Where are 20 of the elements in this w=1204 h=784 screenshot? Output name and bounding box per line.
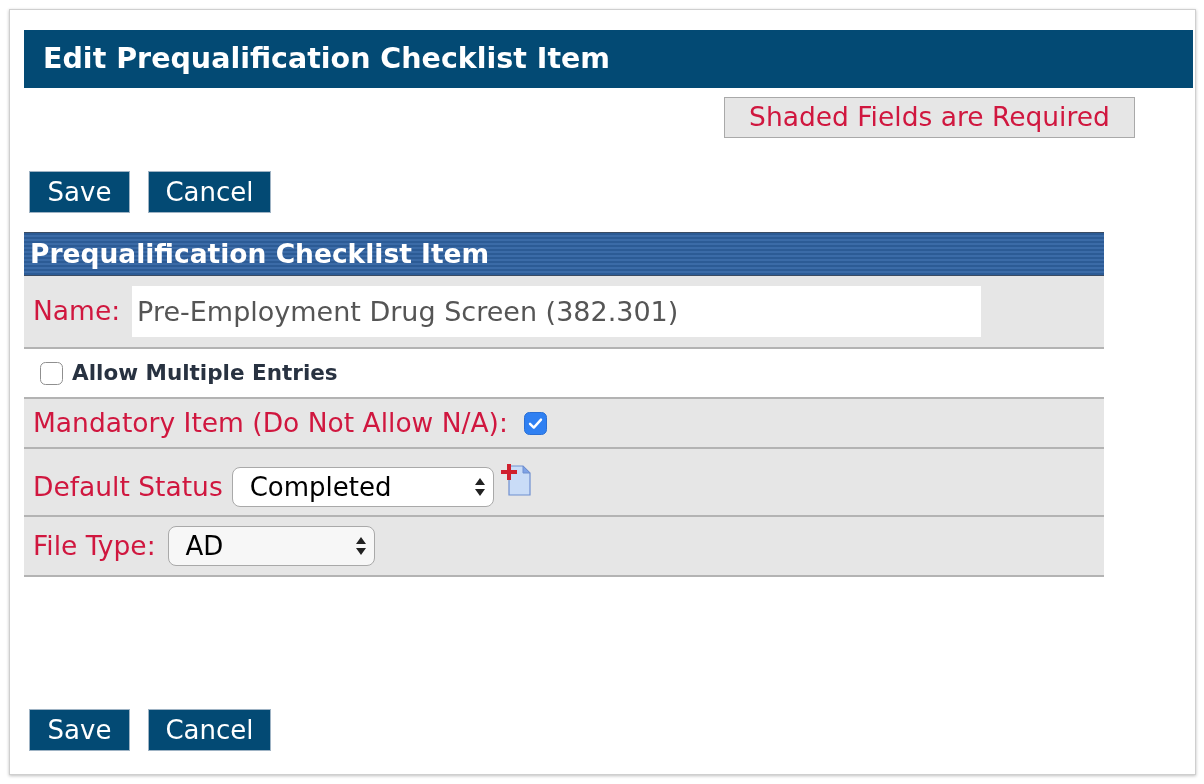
section-title: Prequalification Checklist Item	[30, 240, 490, 268]
field-label: Default Status	[33, 474, 223, 501]
add-document-icon[interactable]	[500, 463, 531, 496]
cancel-button[interactable]: Cancel	[148, 171, 271, 213]
field-label: Name:	[33, 298, 121, 325]
cancel-button[interactable]: Cancel	[148, 709, 271, 751]
checkbox[interactable]	[523, 411, 547, 435]
dropdown[interactable]: AD	[167, 526, 375, 566]
text-input-field[interactable]: Pre-Employment Drug Screen (382.301)	[132, 286, 982, 337]
field-label: Allow Multiple Entries	[72, 362, 338, 384]
checkbox[interactable]	[40, 361, 63, 385]
save-button[interactable]: Save	[29, 709, 130, 751]
updown-arrows-icon	[355, 537, 366, 555]
updown-arrows-icon	[474, 478, 485, 496]
field-label: Mandatory Item (Do Not Allow N/A):	[33, 409, 508, 437]
save-button[interactable]: Save	[29, 171, 130, 213]
required-notice: Shaded Fields are Required	[749, 104, 1110, 131]
dropdown[interactable]: Completed	[231, 467, 494, 507]
field-label: File Type:	[33, 532, 156, 560]
page-title: Edit Prequalification Checklist Item	[43, 44, 611, 74]
